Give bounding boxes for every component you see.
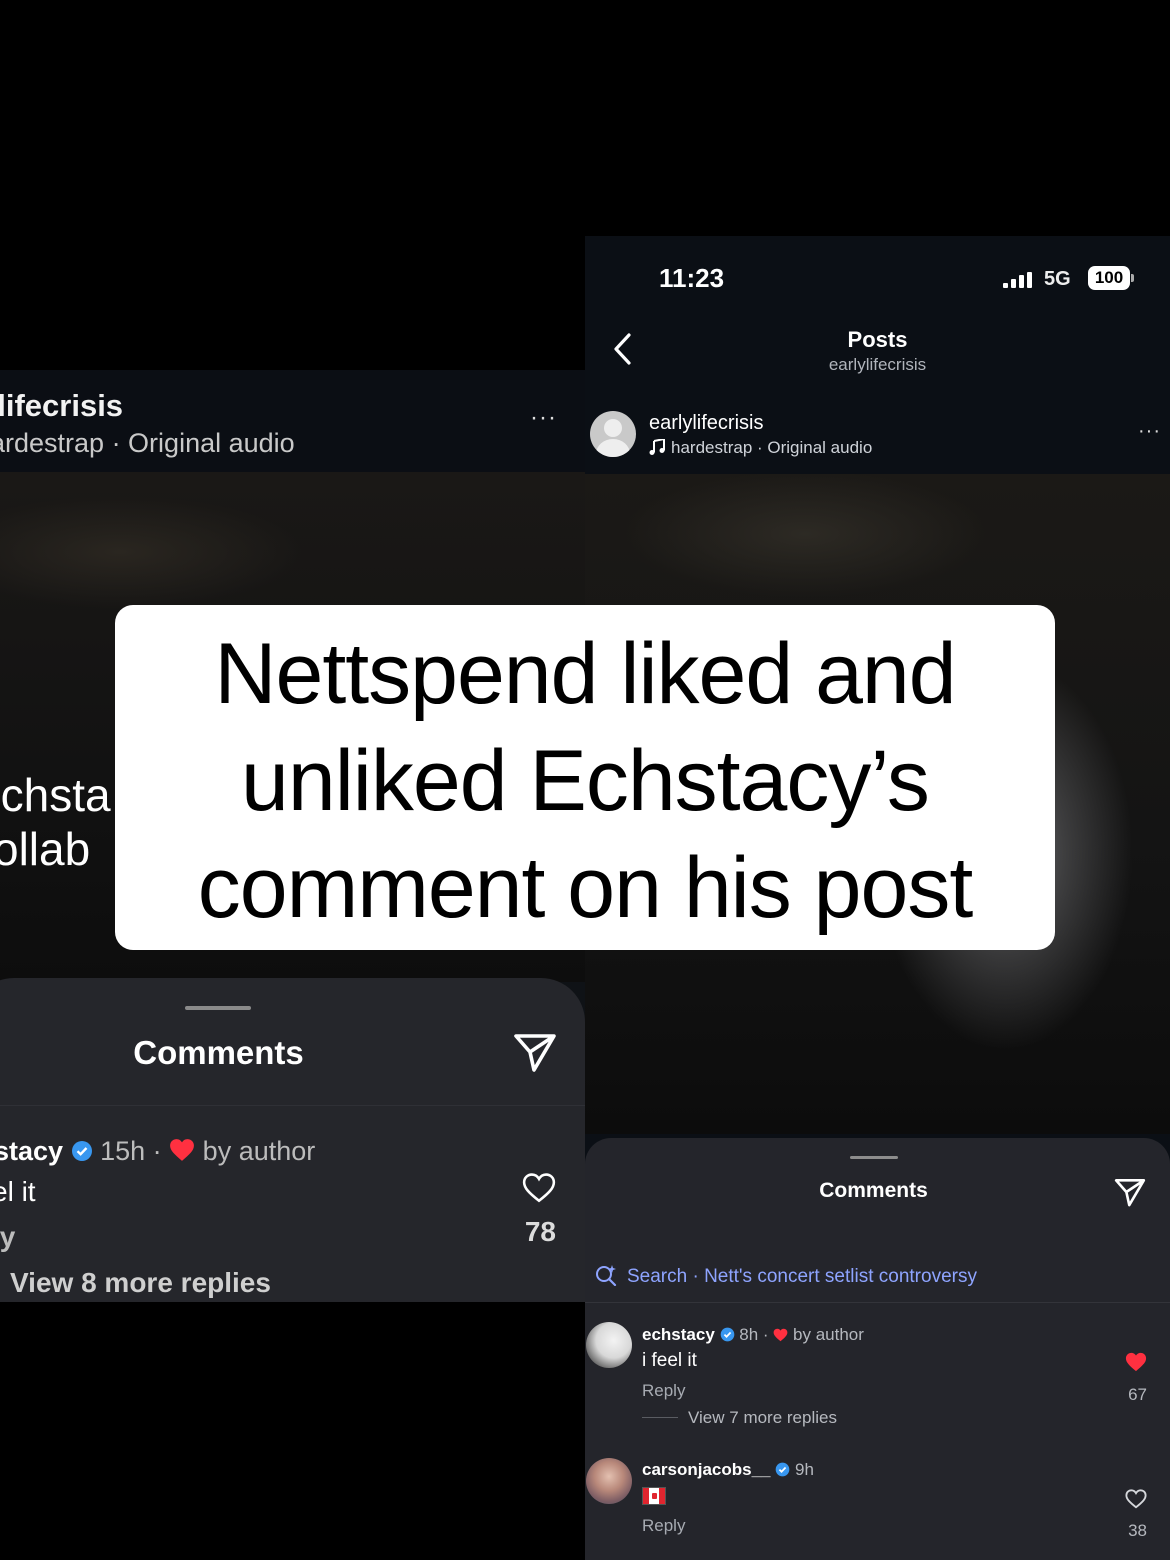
canada-flag-icon [642,1487,666,1505]
more-options-icon[interactable]: ··· [530,404,557,432]
comment-time: 9h [794,1460,814,1479]
audio-label[interactable]: ardestrap · Original audio [0,428,295,459]
heart-filled-icon [170,1139,195,1161]
heart-outline-icon[interactable] [522,1172,556,1204]
video-overlay-line: collab [0,823,91,875]
battery-level: 100 [1088,266,1130,290]
send-icon[interactable] [512,1030,558,1074]
page-subtitle: earlylifecrisis [828,355,927,374]
caption-overlay-card: Nettspend liked and unliked Echstacy’s c… [115,605,1055,950]
video-overlay-line: Echsta [0,769,111,821]
comment-username[interactable]: carsonjacobs__ [642,1460,771,1479]
heart-outline-icon[interactable] [1125,1488,1147,1510]
account-name[interactable]: earlylifecrisis [649,412,763,435]
comment-text: el it [0,1176,36,1207]
avatar[interactable] [586,1458,632,1504]
heart-filled-icon[interactable] [1125,1351,1147,1373]
search-suggestion-link[interactable]: Search · Nett's concert setlist controve… [595,1264,977,1288]
caption-line: comment on his post [197,840,973,936]
music-note-icon [649,437,665,455]
comment-meta: carsonjacobs__ 9h [642,1460,814,1480]
reply-button[interactable]: ly [0,1221,15,1253]
send-icon[interactable] [1113,1176,1147,1208]
reply-button[interactable]: Reply [642,1516,685,1536]
comment-username[interactable]: echstacy [642,1325,715,1344]
sheet-drag-handle[interactable] [850,1156,898,1159]
comment-text: i feel it [642,1350,697,1371]
cellular-signal-icon [1003,272,1032,288]
network-type: 5G [1044,268,1071,290]
liked-by-author-label: by author [793,1325,864,1344]
audio-text: hardestrap · Original audio [671,438,873,457]
search-sparkle-icon [596,1265,617,1286]
heart-filled-icon [773,1328,788,1342]
like-count: 67 [1128,1385,1147,1404]
account-name[interactable]: ylifecrisis [0,388,123,424]
verified-badge-icon [720,1327,734,1342]
page-title: Posts [847,327,908,352]
more-options-icon[interactable]: ··· [1138,420,1161,443]
reply-button[interactable]: Reply [642,1381,685,1401]
comment-time: 15h · [100,1136,162,1166]
audio-label[interactable]: hardestrap · Original audio [649,437,873,458]
verified-badge-icon [775,1462,790,1477]
liked-by-author-label: by author [202,1136,316,1166]
comment-username[interactable]: stacy [0,1136,63,1166]
divider [0,1105,585,1106]
comment-meta: echstacy 8h · by author [642,1325,864,1345]
comment-meta: stacy 15h · by author [0,1136,315,1167]
verified-badge-icon [71,1141,92,1161]
caption-line: Nettspend liked and [214,626,956,722]
caption-line: unliked Echstacy’s [241,733,930,829]
sheet-drag-handle[interactable] [185,1006,251,1010]
view-more-replies-button[interactable]: View 7 more replies [642,1408,837,1428]
like-count: 38 [1128,1521,1147,1540]
search-suggestion-text: Search · Nett's concert setlist controve… [627,1266,977,1287]
comment-time: 8h · [739,1325,769,1344]
status-time: 11:23 [659,263,725,293]
avatar[interactable] [590,411,636,457]
like-count: 78 [524,1216,556,1247]
divider [585,1302,1170,1303]
avatar[interactable] [586,1322,632,1368]
battery-icon [1131,274,1134,282]
video-overlay-text: Echsta collab [0,768,111,876]
view-more-replies-button[interactable]: View 8 more replies [10,1267,271,1299]
comments-title: Comments [819,1179,928,1202]
comments-title: Comments [133,1034,304,1071]
